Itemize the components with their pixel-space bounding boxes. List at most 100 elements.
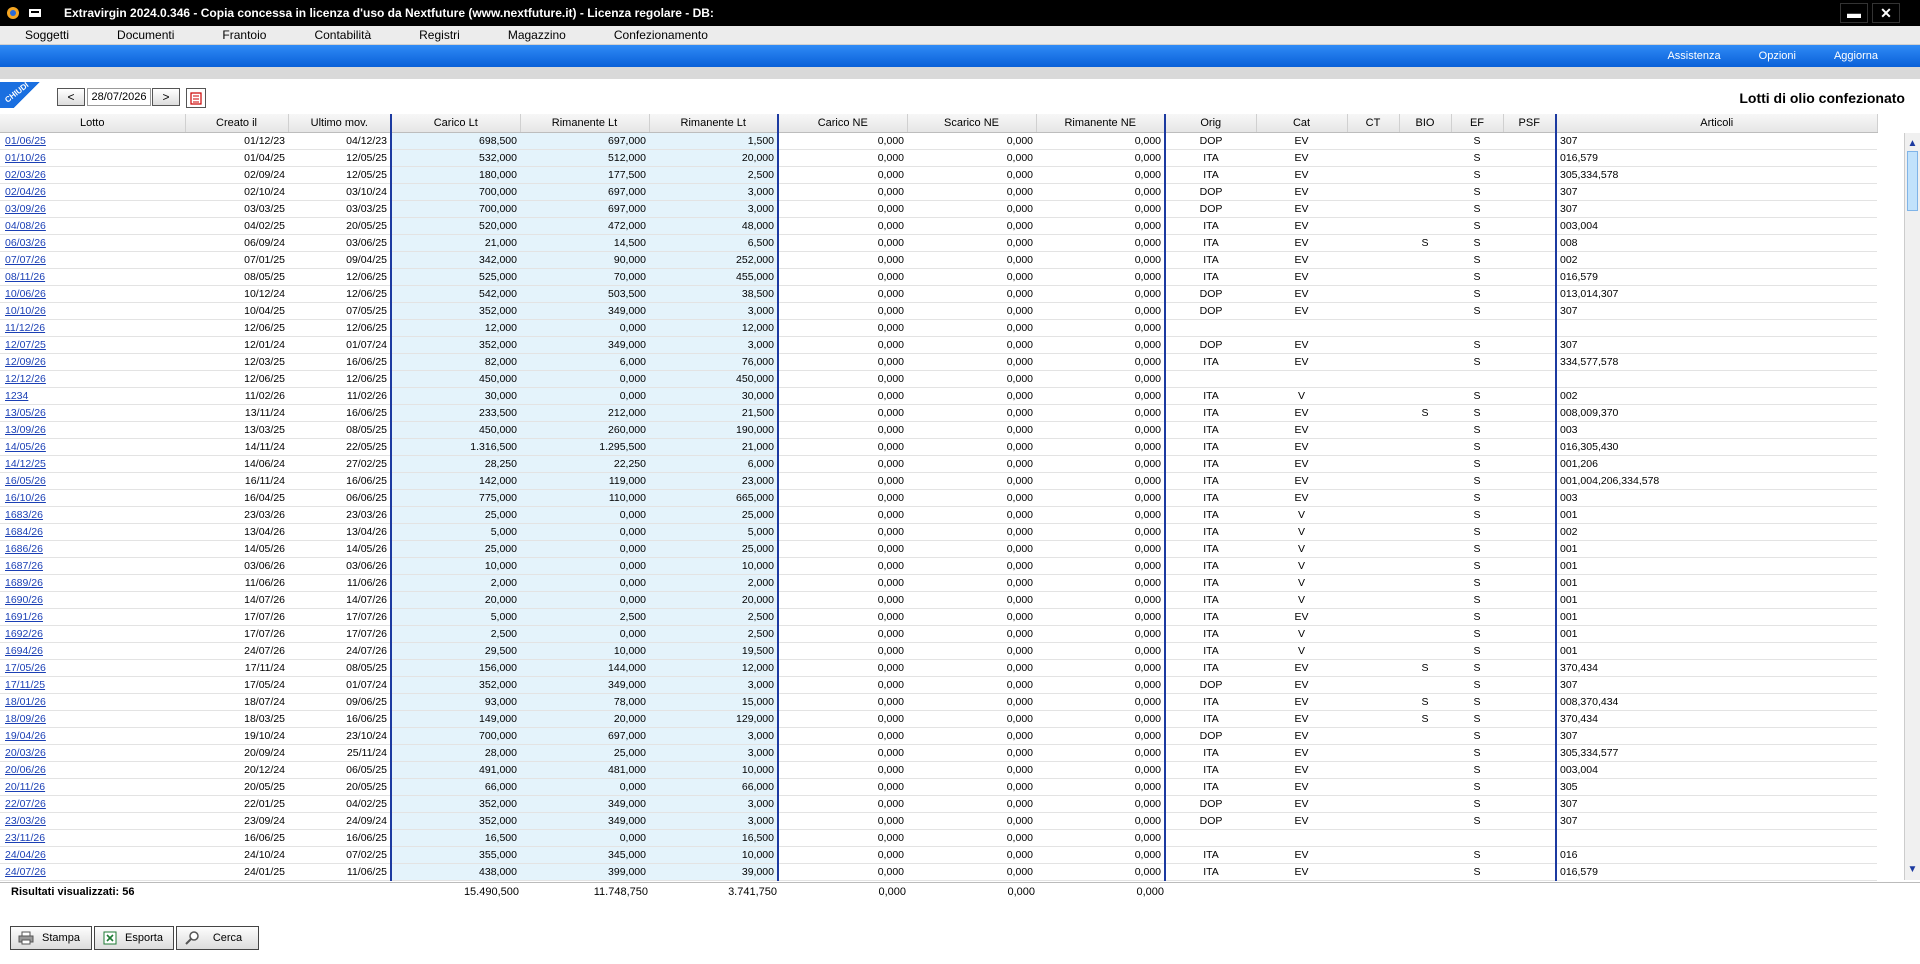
next-date-button[interactable]: > (152, 88, 180, 106)
table-row[interactable]: 14/12/25 14/06/24 27/02/25 28,250 22,250 6,00… (0, 455, 1877, 473)
cell-lotto[interactable]: 07/07/26 (0, 251, 185, 269)
cell-lotto[interactable]: 10/06/26 (0, 285, 185, 303)
table-row[interactable]: 17/05/26 17/11/24 08/05/25 156,000 144,000 12… (0, 659, 1877, 677)
scroll-down-icon[interactable]: ▼ (1905, 861, 1920, 877)
table-row[interactable]: 1691/26 17/07/26 17/07/26 5,000 2,500 2,500 0,… (0, 608, 1877, 626)
cell-lotto[interactable]: 20/11/26 (0, 778, 185, 796)
keyboard-icon[interactable] (26, 4, 44, 22)
date-field[interactable]: 28/07/2026 (87, 88, 151, 106)
column-header-articoli[interactable]: Articoli (1555, 114, 1878, 133)
menu-confezionamento[interactable]: Confezionamento (602, 28, 720, 42)
table-row[interactable]: 10/06/26 10/12/24 12/06/25 542,000 503,500 38… (0, 285, 1877, 303)
cell-lotto[interactable]: 10/10/26 (0, 302, 185, 320)
table-row[interactable]: 1686/26 14/05/26 14/05/26 25,000 0,000 25,000… (0, 540, 1877, 558)
menu-registri[interactable]: Registri (407, 28, 472, 42)
table-row[interactable]: 16/10/26 16/04/25 06/06/25 775,000 110,000 66… (0, 489, 1877, 507)
menu-contabilita[interactable]: Contabilità (302, 28, 383, 42)
cell-lotto[interactable]: 1691/26 (0, 608, 185, 626)
cell-lotto[interactable]: 13/09/26 (0, 421, 185, 439)
table-row[interactable]: 03/09/26 03/03/25 03/03/25 700,000 697,000 3,… (0, 200, 1877, 218)
table-row[interactable]: 1234 11/02/26 11/02/26 30,000 0,000 30,000 0,0… (0, 387, 1877, 405)
menu-magazzino[interactable]: Magazzino (496, 28, 578, 42)
cell-lotto[interactable]: 01/10/26 (0, 149, 185, 167)
table-row[interactable]: 12/12/26 12/06/25 12/06/25 450,000 0,000 450,… (0, 370, 1877, 388)
cell-lotto[interactable]: 14/05/26 (0, 438, 185, 456)
cell-lotto[interactable]: 1234 (0, 387, 185, 405)
cell-lotto[interactable]: 24/04/26 (0, 846, 185, 864)
table-row[interactable]: 1690/26 14/07/26 14/07/26 20,000 0,000 20,000… (0, 591, 1877, 609)
column-header-carico-lt[interactable]: Carico Lt (390, 114, 521, 133)
column-header-lotto[interactable]: Lotto (0, 114, 186, 133)
cell-lotto[interactable]: 18/01/26 (0, 693, 185, 711)
cell-lotto[interactable]: 24/07/26 (0, 863, 185, 881)
menu-documenti[interactable]: Documenti (105, 28, 186, 42)
cell-lotto[interactable]: 1684/26 (0, 523, 185, 541)
table-row[interactable]: 07/07/26 07/01/25 09/04/25 342,000 90,000 252… (0, 251, 1877, 269)
cell-lotto[interactable]: 23/11/26 (0, 829, 185, 847)
column-header-ultimo-mov[interactable]: Ultimo mov. (288, 114, 392, 133)
table-row[interactable]: 10/10/26 10/04/25 07/05/25 352,000 349,000 3,… (0, 302, 1877, 320)
cell-lotto[interactable]: 16/10/26 (0, 489, 185, 507)
table-row[interactable]: 01/06/25 01/12/23 04/12/23 698,500 697,000 1,… (0, 132, 1877, 150)
cell-lotto[interactable]: 1683/26 (0, 506, 185, 524)
table-row[interactable]: 20/11/26 20/05/25 20/05/25 66,000 0,000 66,00… (0, 778, 1877, 796)
table-row[interactable]: 04/08/26 04/02/25 20/05/25 520,000 472,000 48… (0, 217, 1877, 235)
table-row[interactable]: 18/01/26 18/07/24 09/06/25 93,000 78,000 15,0… (0, 693, 1877, 711)
cell-lotto[interactable]: 19/04/26 (0, 727, 185, 745)
cell-lotto[interactable]: 14/12/25 (0, 455, 185, 473)
table-row[interactable]: 1692/26 17/07/26 17/07/26 2,500 0,000 2,500 0,… (0, 625, 1877, 643)
cell-lotto[interactable]: 1692/26 (0, 625, 185, 643)
scroll-up-icon[interactable]: ▲ (1905, 135, 1920, 151)
table-row[interactable]: 24/07/26 24/01/25 11/06/25 438,000 399,000 39… (0, 863, 1877, 881)
calendar-icon[interactable] (186, 88, 206, 108)
table-row[interactable]: 11/12/26 12/06/25 12/06/25 12,000 0,000 12,00… (0, 319, 1877, 337)
cell-lotto[interactable]: 1694/26 (0, 642, 185, 660)
minimize-button[interactable]: ▬ (1840, 3, 1868, 23)
table-row[interactable]: 22/07/26 22/01/25 04/02/25 352,000 349,000 3,… (0, 795, 1877, 813)
table-row[interactable]: 1689/26 11/06/26 11/06/26 2,000 0,000 2,000 0,… (0, 574, 1877, 592)
table-row[interactable]: 18/09/26 18/03/25 16/06/25 149,000 20,000 129… (0, 710, 1877, 728)
app-icon[interactable] (4, 4, 22, 22)
table-row[interactable]: 20/03/26 20/09/24 25/11/24 28,000 25,000 3,00… (0, 744, 1877, 762)
cell-lotto[interactable]: 01/06/25 (0, 132, 185, 150)
table-row[interactable]: 23/11/26 16/06/25 16/06/25 16,500 0,000 16,50… (0, 829, 1877, 847)
column-header-ef[interactable]: EF (1451, 114, 1504, 133)
cell-lotto[interactable]: 04/08/26 (0, 217, 185, 235)
column-header-ct[interactable]: CT (1347, 114, 1400, 133)
table-row[interactable]: 1684/26 13/04/26 13/04/26 5,000 0,000 5,000 0,… (0, 523, 1877, 541)
table-row[interactable]: 12/09/26 12/03/25 16/06/25 82,000 6,000 76,00… (0, 353, 1877, 371)
column-header-cat[interactable]: Cat (1256, 114, 1348, 133)
scroll-thumb[interactable] (1907, 151, 1918, 211)
esporta-button[interactable]: Esporta (94, 926, 174, 950)
cell-lotto[interactable]: 02/04/26 (0, 183, 185, 201)
vertical-scrollbar[interactable]: ▲ ▼ (1904, 133, 1920, 880)
cell-lotto[interactable]: 22/07/26 (0, 795, 185, 813)
table-row[interactable]: 14/05/26 14/11/24 22/05/25 1.316,500 1.295,5… (0, 438, 1877, 456)
menu-soggetti[interactable]: Soggetti (13, 28, 81, 42)
link-opzioni[interactable]: Opzioni (1759, 50, 1796, 62)
link-assistenza[interactable]: Assistenza (1667, 50, 1720, 62)
cell-lotto[interactable]: 02/03/26 (0, 166, 185, 184)
table-row[interactable]: 1694/26 24/07/26 24/07/26 29,500 10,000 19,50… (0, 642, 1877, 660)
column-header-bio[interactable]: BIO (1399, 114, 1452, 133)
column-header-psf[interactable]: PSF (1503, 114, 1557, 133)
column-header-carico-ne[interactable]: Carico NE (778, 114, 908, 133)
cell-lotto[interactable]: 12/09/26 (0, 353, 185, 371)
cell-lotto[interactable]: 1686/26 (0, 540, 185, 558)
cell-lotto[interactable]: 20/03/26 (0, 744, 185, 762)
cell-lotto[interactable]: 12/12/26 (0, 370, 185, 388)
table-row[interactable]: 20/06/26 20/12/24 06/05/25 491,000 481,000 10… (0, 761, 1877, 779)
cell-lotto[interactable]: 23/03/26 (0, 812, 185, 830)
link-aggiorna[interactable]: Aggiorna (1834, 50, 1878, 62)
table-row[interactable]: 06/03/26 06/09/24 03/06/25 21,000 14,500 6,50… (0, 234, 1877, 252)
column-header-creato-il[interactable]: Creato il (185, 114, 289, 133)
table-row[interactable]: 08/11/26 08/05/25 12/06/25 525,000 70,000 455… (0, 268, 1877, 286)
chiudi-tab[interactable]: CHIUDI (0, 80, 40, 108)
cell-lotto[interactable]: 06/03/26 (0, 234, 185, 252)
column-header-orig[interactable]: Orig (1164, 114, 1257, 133)
stampa-button[interactable]: Stampa (10, 926, 92, 950)
cell-lotto[interactable]: 13/05/26 (0, 404, 185, 422)
cell-lotto[interactable]: 1690/26 (0, 591, 185, 609)
cell-lotto[interactable]: 18/09/26 (0, 710, 185, 728)
cell-lotto[interactable]: 17/11/25 (0, 676, 185, 694)
